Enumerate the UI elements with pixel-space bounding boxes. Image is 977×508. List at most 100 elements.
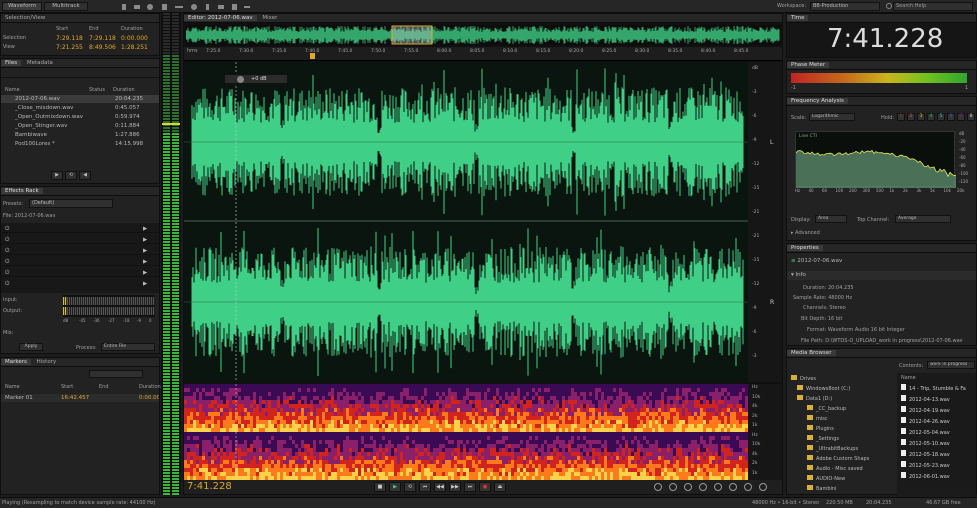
- chevron-right-icon[interactable]: ▶: [143, 258, 147, 265]
- hold-button[interactable]: 1: [897, 113, 905, 121]
- mixer-tab[interactable]: Mixer: [258, 15, 281, 21]
- tool-icons[interactable]: [120, 3, 270, 11]
- zoom-in-right-icon[interactable]: [759, 483, 767, 491]
- spectral-display[interactable]: [184, 384, 748, 480]
- properties-title[interactable]: Properties: [787, 245, 823, 251]
- marker-start[interactable]: 16:42.457: [61, 394, 89, 402]
- presets-select[interactable]: (Default): [29, 199, 113, 208]
- media-file-item[interactable]: 2012-06-01.wav: [901, 472, 975, 480]
- media-file-item[interactable]: 2012-04-13.wav: [901, 395, 975, 403]
- waveform-display[interactable]: +0 dB: [184, 62, 748, 382]
- current-time-display[interactable]: 7:41.228: [187, 481, 232, 492]
- media-tree-item[interactable]: misc: [807, 415, 828, 422]
- multitrack-tab[interactable]: Multitrack: [44, 2, 88, 11]
- zoom-out-time-icon[interactable]: [699, 483, 707, 491]
- media-tree-item[interactable]: _UltrabitBackups: [807, 445, 858, 452]
- media-browser-title[interactable]: Media Browser: [787, 350, 836, 356]
- zoom-out-amplitude-icon[interactable]: [669, 483, 677, 491]
- media-tree-item[interactable]: Adobe Custom Shaps: [807, 455, 869, 462]
- effect-slot[interactable]: ⏻ ▶: [1, 236, 159, 244]
- chevron-right-icon[interactable]: ▶: [143, 247, 147, 254]
- contents-select[interactable]: work in progress: [927, 361, 975, 369]
- view-end[interactable]: 8:49.506: [89, 44, 116, 51]
- hold-button[interactable]: 6: [947, 113, 955, 121]
- media-file-item[interactable]: 2012-05-10.wav: [901, 439, 975, 447]
- channel-l-label[interactable]: L: [770, 139, 773, 146]
- time-ruler[interactable]: hms 7:25.0 7:30.0 7:35.0 7:40.0 7:45.0 7:50.0…: [184, 47, 782, 61]
- media-tree-item[interactable]: _CC_backup: [807, 405, 846, 412]
- waveform-tab[interactable]: Waveform: [2, 2, 42, 11]
- frequency-graph[interactable]: Live CTI: [795, 131, 956, 188]
- channel-r-label[interactable]: R: [770, 299, 774, 306]
- effect-slot[interactable]: ⏻ ▶: [1, 280, 159, 288]
- file-row[interactable]: _Open_Outmixdown.wav 0:59.974: [1, 113, 159, 121]
- view-start[interactable]: 7:21.255: [56, 44, 83, 51]
- power-icon[interactable]: ⏻: [5, 247, 9, 254]
- display-select[interactable]: Area: [815, 215, 847, 223]
- power-icon[interactable]: ⏻: [5, 269, 9, 276]
- marker-duration[interactable]: 0:00.000: [139, 394, 159, 402]
- fast-forward-icon[interactable]: ▶▶: [449, 482, 461, 492]
- loop-icon[interactable]: ⟲: [404, 482, 416, 492]
- process-select[interactable]: Entire File: [101, 343, 155, 351]
- workspace-select[interactable]: BB-Production: [810, 2, 880, 11]
- selection-duration[interactable]: 0:00.000: [121, 35, 148, 42]
- media-file-item[interactable]: 2012-04-19.wav: [901, 406, 975, 414]
- hold-button[interactable]: 3: [917, 113, 925, 121]
- skip-selection-icon[interactable]: ⏏: [494, 482, 506, 492]
- zoom-full-icon[interactable]: [714, 483, 722, 491]
- zoom-in-left-icon[interactable]: [744, 483, 752, 491]
- zoom-in-selection-icon[interactable]: [729, 483, 737, 491]
- hold-button[interactable]: 2: [907, 113, 915, 121]
- media-tree-item[interactable]: Bambini: [807, 485, 837, 492]
- file-row[interactable]: Bambiwave 1:27.886: [1, 131, 159, 139]
- hold-button[interactable]: 7: [957, 113, 965, 121]
- effect-slot[interactable]: ⏻ ▶: [1, 225, 159, 233]
- playhead-marker[interactable]: [310, 53, 315, 59]
- metadata-tab[interactable]: Metadata: [23, 60, 57, 66]
- file-row[interactable]: 2012-07-06.wav 20:04.235: [1, 95, 159, 103]
- selection-start[interactable]: 7:29.118: [56, 35, 83, 42]
- editor-tab[interactable]: Editor: 2012-07-06.wav: [184, 15, 257, 21]
- effect-slot[interactable]: ⏻ ▶: [1, 258, 159, 266]
- advanced-toggle[interactable]: ▸ Advanced: [791, 230, 820, 236]
- zoom-in-amplitude-icon[interactable]: [654, 483, 662, 491]
- view-duration[interactable]: 1:28.251: [121, 44, 148, 51]
- loop-file-icon[interactable]: ⟲: [65, 171, 77, 180]
- info-header[interactable]: ▾ Info: [787, 271, 976, 280]
- media-file-item[interactable]: 2012-05-18.wav: [901, 450, 975, 458]
- media-file-item[interactable]: 2012-05-23.wav: [901, 461, 975, 469]
- media-tree-item[interactable]: Plugins: [807, 425, 834, 432]
- media-tree-item[interactable]: Drives: [791, 375, 816, 382]
- search-help-input[interactable]: Search Help: [893, 2, 973, 11]
- speaker-icon[interactable]: ◀: [79, 171, 91, 180]
- apply-button[interactable]: Apply: [19, 343, 43, 351]
- play-icon[interactable]: ▶: [389, 482, 401, 492]
- record-icon[interactable]: ●: [479, 482, 491, 492]
- scale-select[interactable]: Logarithmic: [809, 113, 855, 121]
- media-tree-item[interactable]: _Settings: [807, 435, 839, 442]
- file-row[interactable]: Pod100Lores * 14:15.998: [1, 140, 159, 148]
- effects-rack-title[interactable]: Effects Rack: [1, 188, 43, 194]
- power-icon[interactable]: ⏻: [5, 280, 9, 288]
- go-to-start-icon[interactable]: ⏮: [419, 482, 431, 492]
- chevron-right-icon[interactable]: ▶: [143, 280, 147, 288]
- media-tree-item[interactable]: AUDIO-New: [807, 475, 845, 482]
- waveform-overview[interactable]: [186, 25, 780, 45]
- media-file-item[interactable]: 2012-04-26.wav: [901, 417, 975, 425]
- gain-knob-icon[interactable]: [237, 76, 244, 83]
- chevron-right-icon[interactable]: ▶: [143, 269, 147, 276]
- power-icon[interactable]: ⏻: [5, 236, 9, 243]
- file-row[interactable]: _Open_Stinger.wav 0:11.884: [1, 122, 159, 130]
- top-channel-select[interactable]: Average: [895, 215, 951, 223]
- media-tree-item[interactable]: Audio - Misc saved: [807, 465, 863, 472]
- chevron-right-icon[interactable]: ▶: [143, 236, 147, 243]
- rewind-icon[interactable]: ◀◀: [434, 482, 446, 492]
- selection-end[interactable]: 7:29.118: [89, 35, 116, 42]
- hold-button[interactable]: 4: [927, 113, 935, 121]
- phase-meter-title[interactable]: Phase Meter: [787, 62, 830, 68]
- zoom-in-time-icon[interactable]: [684, 483, 692, 491]
- effect-slot[interactable]: ⏻ ▶: [1, 269, 159, 277]
- media-tree-item[interactable]: Windows8oot (C:): [797, 385, 850, 392]
- frequency-analysis-title[interactable]: Frequency Analysis: [787, 98, 848, 104]
